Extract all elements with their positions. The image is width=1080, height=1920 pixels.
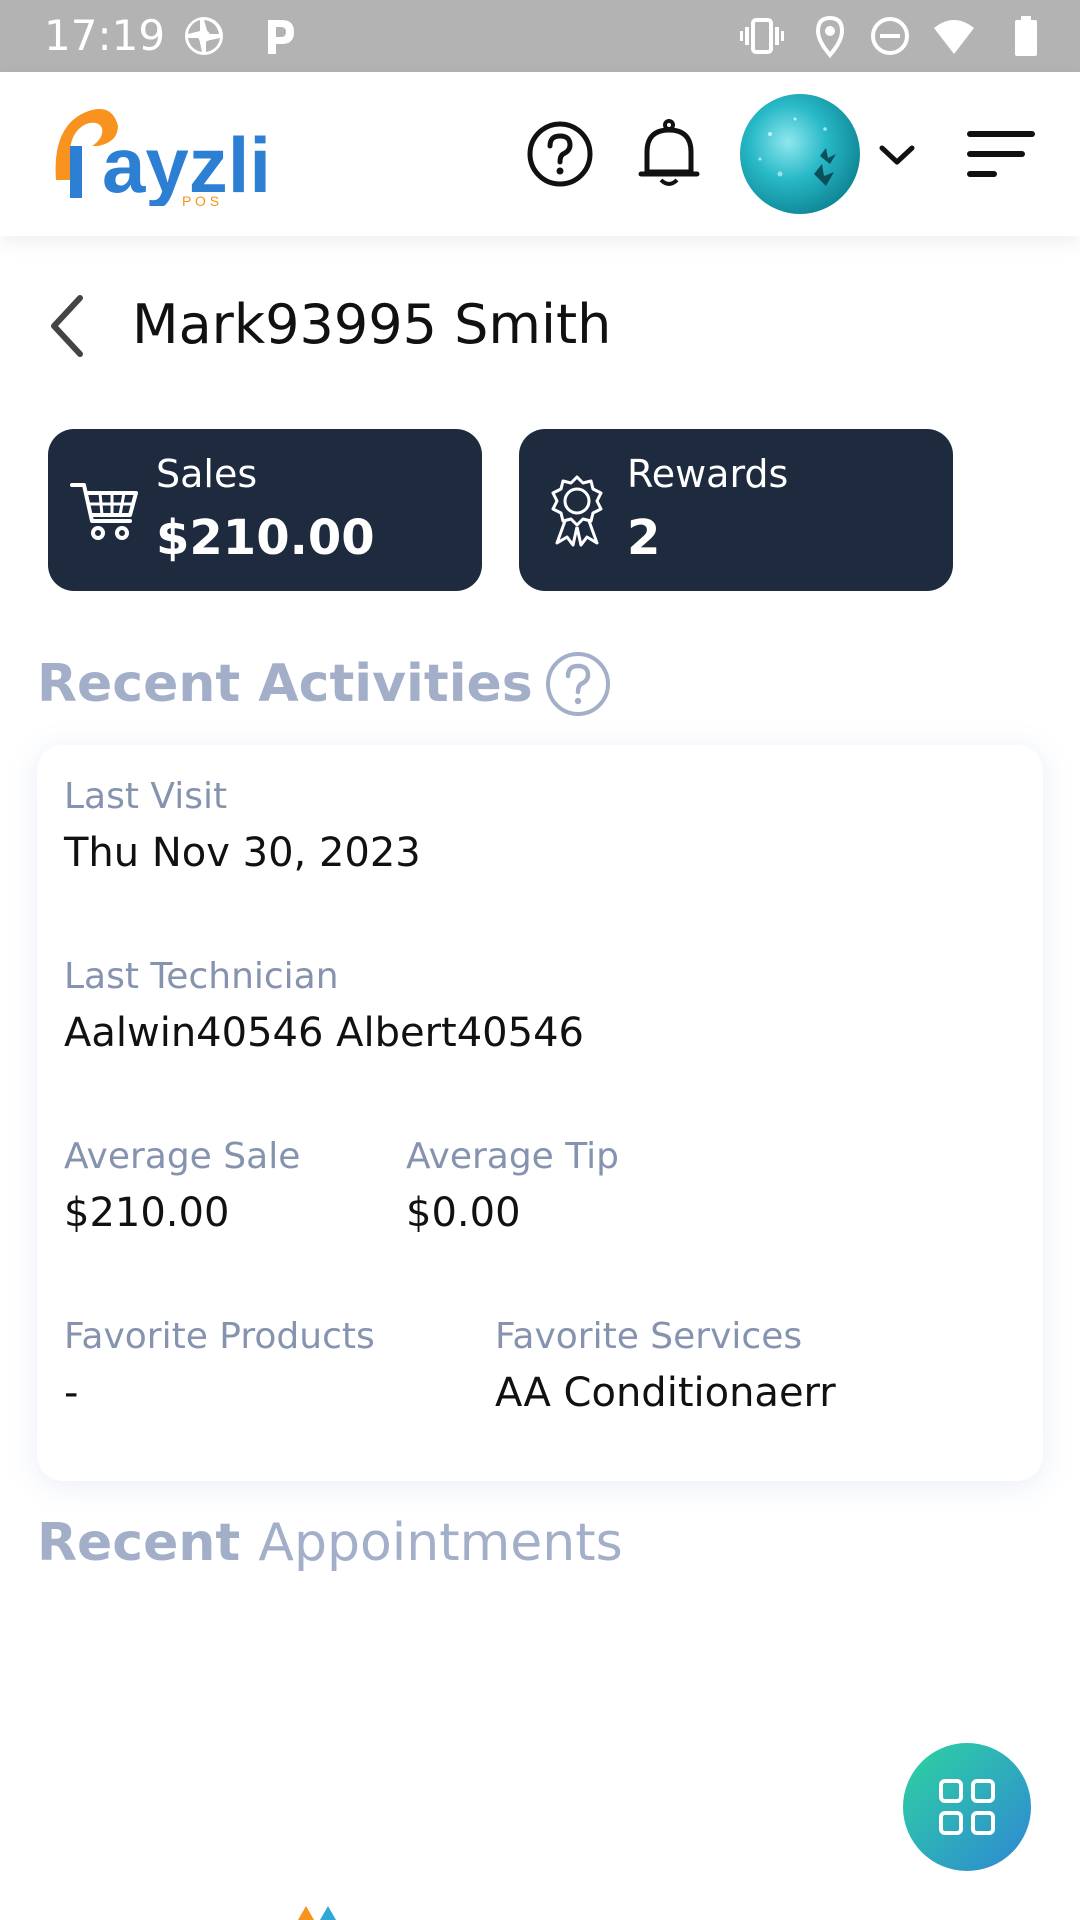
notification-bell-icon[interactable] bbox=[637, 118, 701, 190]
back-button[interactable] bbox=[40, 292, 96, 360]
average-tip-field: Average Tip $0.00 bbox=[406, 1135, 619, 1237]
rewards-card[interactable]: Rewards 2 bbox=[519, 429, 953, 591]
last-technician-value: Aalwin40546 Albert40546 bbox=[64, 1010, 584, 1056]
avatar[interactable] bbox=[740, 94, 860, 214]
menu-icon[interactable] bbox=[966, 128, 1036, 180]
rewards-value: 2 bbox=[627, 510, 661, 566]
favorite-products-field: Favorite Products - bbox=[64, 1315, 375, 1417]
apps-grid-fab[interactable] bbox=[903, 1743, 1031, 1871]
camera-app-icon bbox=[185, 17, 223, 55]
favorite-services-value: AA Conditionaerr bbox=[495, 1370, 836, 1416]
sales-label: Sales bbox=[156, 452, 258, 496]
loading-indicator-icon bbox=[298, 1906, 336, 1920]
recent-appointments-heading: Recent Appointments bbox=[37, 1512, 623, 1574]
sales-card[interactable]: Sales $210.00 bbox=[48, 429, 482, 591]
chevron-down-icon[interactable] bbox=[878, 140, 916, 170]
status-bar: 17:19 bbox=[0, 0, 1080, 72]
recent-appointments-heading-light: Appointments bbox=[258, 1513, 623, 1573]
payzli-logo: ayzli P O S bbox=[55, 109, 271, 206]
rewards-label: Rewards bbox=[627, 452, 789, 496]
help-icon[interactable] bbox=[526, 120, 594, 188]
average-tip-label: Average Tip bbox=[406, 1136, 620, 1177]
last-technician-field: Last Technician Aalwin40546 Albert40546 bbox=[64, 955, 584, 1057]
avatar-image bbox=[740, 94, 860, 214]
parking-app-icon bbox=[268, 20, 294, 54]
screen: 17:19 ayzli P O S Mark93995 Smith Sales … bbox=[0, 0, 1080, 1920]
logo-subtext: P O S bbox=[182, 193, 219, 206]
battery-icon bbox=[1015, 16, 1037, 56]
average-sale-field: Average Sale $210.00 bbox=[64, 1135, 300, 1237]
average-tip-value: $0.00 bbox=[406, 1190, 521, 1236]
activities-help-icon[interactable] bbox=[545, 651, 611, 717]
vibrate-icon bbox=[740, 18, 784, 54]
recent-activities-card: Last Visit Thu Nov 30, 2023 Last Technic… bbox=[37, 745, 1043, 1481]
location-icon bbox=[815, 15, 845, 58]
last-technician-label: Last Technician bbox=[64, 956, 339, 997]
average-sale-label: Average Sale bbox=[64, 1136, 301, 1177]
favorite-products-value: - bbox=[64, 1370, 79, 1416]
last-visit-value: Thu Nov 30, 2023 bbox=[64, 830, 421, 876]
recent-activities-heading: Recent Activities bbox=[37, 654, 533, 714]
favorite-products-label: Favorite Products bbox=[64, 1316, 375, 1357]
do-not-disturb-icon bbox=[871, 17, 909, 55]
grid-icon bbox=[939, 1779, 995, 1835]
shopping-cart-icon bbox=[70, 483, 138, 540]
status-time: 17:19 bbox=[44, 11, 166, 60]
favorite-services-label: Favorite Services bbox=[495, 1316, 803, 1357]
sales-value: $210.00 bbox=[156, 510, 375, 566]
award-ribbon-icon bbox=[551, 475, 603, 547]
customer-name-title: Mark93995 Smith bbox=[132, 293, 612, 356]
wifi-icon bbox=[934, 20, 974, 54]
last-visit-label: Last Visit bbox=[64, 776, 228, 817]
recent-appointments-heading-bold: Recent bbox=[37, 1513, 241, 1573]
average-sale-value: $210.00 bbox=[64, 1190, 230, 1236]
last-visit-field: Last Visit Thu Nov 30, 2023 bbox=[64, 775, 421, 877]
favorite-services-field: Favorite Services AA Conditionaerr bbox=[495, 1315, 836, 1417]
app-header: ayzli P O S bbox=[0, 72, 1080, 236]
